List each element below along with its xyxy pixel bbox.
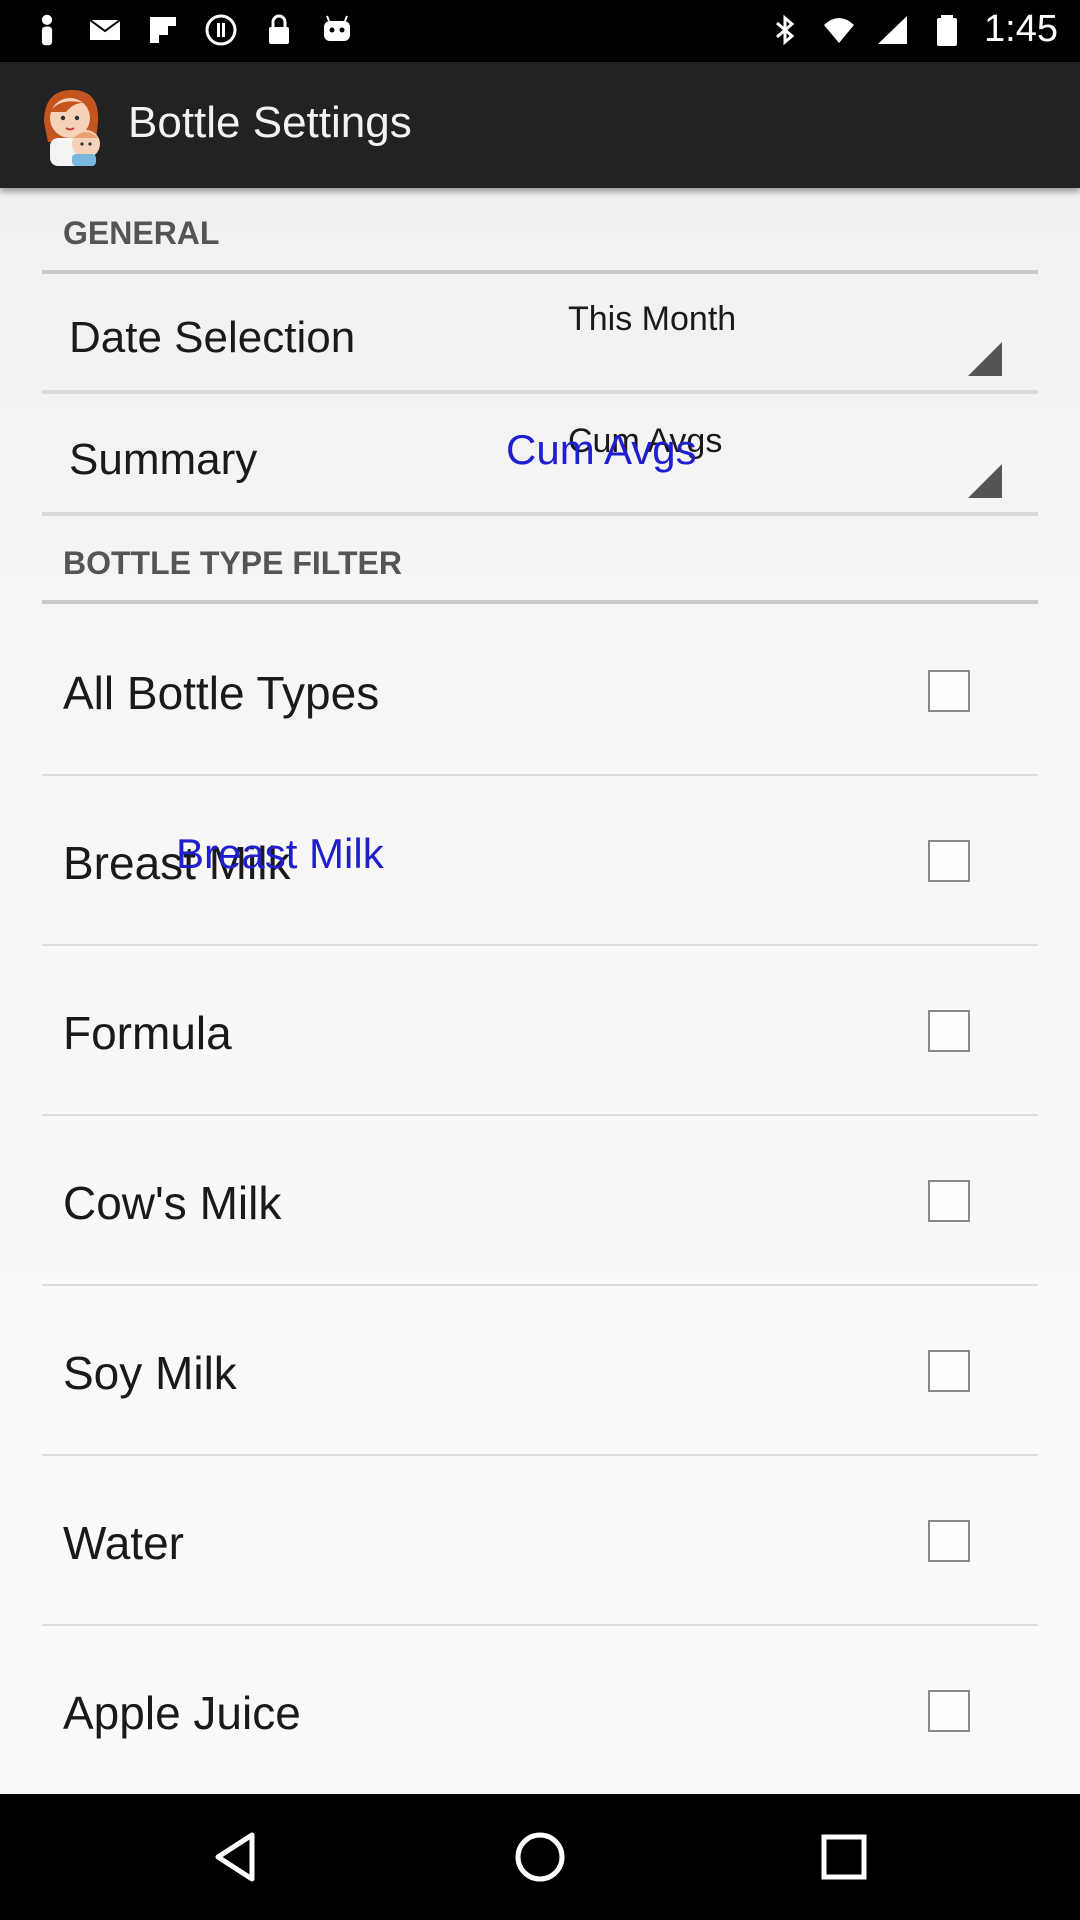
app-title: Bottle Settings [128, 98, 412, 147]
checkbox-water[interactable] [928, 1520, 970, 1562]
checkbox-soy-milk[interactable] [928, 1350, 970, 1392]
app-bar: Bottle Settings [0, 62, 1080, 188]
signal-icon [876, 10, 910, 50]
bottle-type-row-cows-milk[interactable]: Cow's Milk [42, 1116, 1038, 1286]
flipboard-icon [146, 10, 180, 50]
section-header-bottle-type-filter: BOTTLE TYPE FILTER [42, 528, 1038, 604]
summary-row[interactable]: Summary Cum Avgs Cum Avgs [42, 400, 1038, 516]
mail-icon [88, 10, 122, 50]
section-header-general: GENERAL [42, 200, 1038, 274]
bottle-type-label: Water [63, 1517, 184, 1569]
mother-baby-icon [36, 82, 108, 168]
checkbox-apple-juice[interactable] [928, 1690, 970, 1732]
battery-icon [930, 10, 964, 50]
person-icon [30, 10, 64, 50]
dropdown-arrow-icon[interactable] [968, 342, 1002, 376]
summary-overlay-text: Cum Avgs [506, 426, 697, 473]
android-icon [320, 10, 354, 50]
bottle-type-row-formula[interactable]: Formula [42, 946, 1038, 1116]
date-selection-label: Date Selection [69, 313, 356, 362]
bottle-type-label: Cow's Milk [63, 1177, 282, 1229]
dropdown-arrow-icon[interactable] [968, 464, 1002, 498]
wifi-icon [822, 10, 856, 50]
bluetooth-icon [768, 10, 802, 50]
bottle-type-label: Formula [63, 1007, 232, 1059]
bottle-type-row-soy-milk[interactable]: Soy Milk [42, 1286, 1038, 1456]
bottle-type-label: Apple Juice [63, 1687, 301, 1739]
navigation-bar [0, 1794, 1080, 1920]
circle-icon [204, 10, 238, 50]
recents-icon[interactable] [814, 1827, 874, 1887]
checkbox-formula[interactable] [928, 1010, 970, 1052]
breast-milk-overlay-text: Breast Milk [176, 830, 384, 877]
bottle-type-row-all[interactable]: All Bottle Types [42, 606, 1038, 776]
summary-label: Summary [69, 435, 258, 484]
home-icon[interactable] [510, 1827, 570, 1887]
status-bar: 1:45 [0, 0, 1080, 62]
bottle-type-label: All Bottle Types [63, 667, 380, 719]
checkbox-breast-milk[interactable] [928, 840, 970, 882]
bottle-type-row-water[interactable]: Water [42, 1456, 1038, 1626]
section-title-general: GENERAL [63, 215, 220, 251]
checkbox-all-bottle-types[interactable] [928, 670, 970, 712]
bottle-type-row-breast-milk[interactable]: Breast Milk Breast Milk [42, 776, 1038, 946]
date-selection-value[interactable]: This Month [568, 300, 736, 339]
date-selection-row[interactable]: Date Selection This Month [42, 278, 1038, 394]
section-title-bottle-type-filter: BOTTLE TYPE FILTER [63, 545, 402, 581]
back-icon[interactable] [206, 1827, 266, 1887]
bottle-type-row-apple-juice[interactable]: Apple Juice [42, 1626, 1038, 1796]
status-clock: 1:45 [984, 8, 1058, 50]
lock-icon [262, 10, 296, 50]
checkbox-cows-milk[interactable] [928, 1180, 970, 1222]
bottle-type-label: Soy Milk [63, 1347, 237, 1399]
